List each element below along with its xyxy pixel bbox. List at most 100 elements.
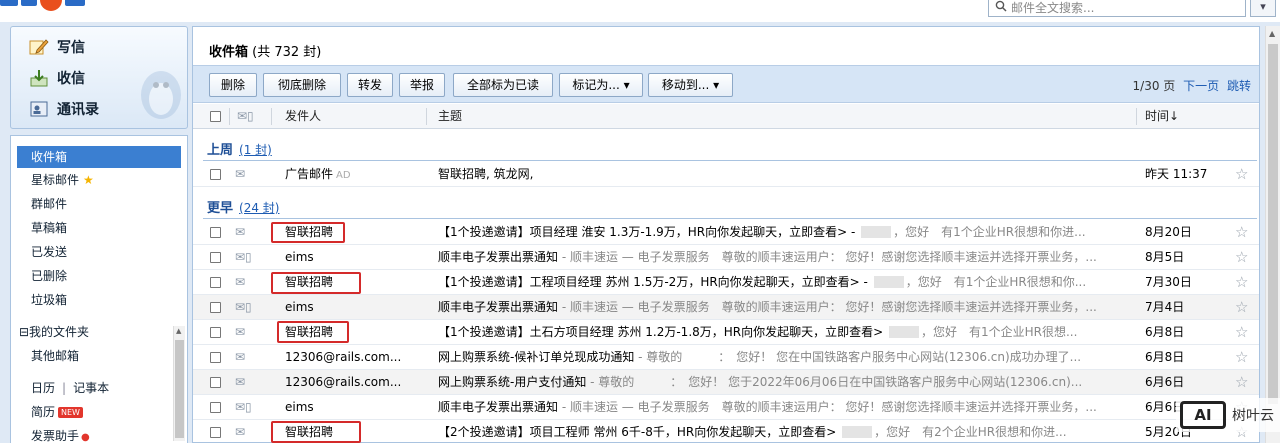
receive-button[interactable]: 收信 [29,68,85,88]
row-checkbox[interactable] [210,252,221,263]
compose-button[interactable]: 写信 [29,37,85,57]
move-to-dropdown[interactable]: 移动到... ▾ [648,73,733,97]
folder-junk[interactable]: 垃圾箱 [17,289,181,311]
mail-list-panel: 收件箱 (共 732 封) 删除 彻底删除 转发 举报 全部标为已读 标记为..… [192,26,1260,443]
toolbar: 删除 彻底删除 转发 举报 全部标为已读 标记为... ▾ 移动到... ▾ 1… [193,65,1259,103]
row-checkbox[interactable] [210,227,221,238]
row-checkbox[interactable] [210,327,221,338]
contacts-button[interactable]: 通讯录 [29,99,99,119]
column-divider [1136,108,1137,125]
read-envelope-icon: ✉ [235,167,246,181]
row-checkbox[interactable] [210,302,221,313]
star-icon[interactable]: ☆ [1235,220,1251,244]
mail-row-0[interactable]: ✉ 广告邮件 AD 智联招聘, 筑龙网, 昨天 11:37 ☆ [193,162,1259,187]
envelope-attachment-icon: ✉▯ [235,400,252,414]
row-checkbox[interactable] [210,377,221,388]
scroll-up-icon: ▲ [176,327,182,335]
star-icon[interactable]: ☆ [1235,320,1251,344]
forward-button[interactable]: 转发 [347,73,393,97]
mail-row-7[interactable]: ✉ 12306@rails.com... 网上购票系统-用户支付通知 - 尊敬的… [193,370,1259,395]
unread-dot-icon: ● [81,432,90,443]
row-time: 7月30日 [1145,275,1192,289]
mail-row-4[interactable]: ✉▯ eims 顺丰电子发票出票通知 - 顺丰速运 — 电子发票服务 尊敬的顺丰… [193,295,1259,320]
watermark-text: 树叶云 [1232,408,1274,424]
row-checkbox[interactable] [210,402,221,413]
row-time: 8月5日 [1145,250,1185,264]
notes-link[interactable]: 记事本 [73,381,109,395]
star-icon[interactable]: ☆ [1235,270,1251,294]
folder-label: 其他邮箱 [31,349,80,363]
calendar-link[interactable]: 日历 [31,381,55,395]
my-folders-toggle[interactable]: ⊟我的文件夹 [17,321,181,343]
mail-row-8[interactable]: ✉▯ eims 顺丰电子发票出票通知 - 顺丰速运 — 电子发票服务 尊敬的顺丰… [193,395,1259,420]
row-checkbox[interactable] [210,277,221,288]
folder-label: 垃圾箱 [31,293,68,307]
quick-actions: 写信 收信 通讯录 [10,26,188,129]
row-checkbox[interactable] [210,169,221,180]
star-icon[interactable]: ☆ [1235,162,1251,186]
folder-sent[interactable]: 已发送 [17,241,181,263]
group-divider [203,218,1257,219]
row-checkbox[interactable] [210,352,221,363]
contacts-icon [29,100,49,118]
folder-deleted[interactable]: 已删除 [17,265,181,287]
row-subject: 网上购票系统-用户支付通知 - 尊敬的 ： 您好！ 您于2022年06月06日在… [438,375,1083,389]
scroll-thumb[interactable] [1268,44,1278,404]
folder-label: 群邮件 [31,197,68,211]
pagination: 1/30 页 下一页 跳转 [1133,77,1251,94]
invoice-assistant-link[interactable]: 发票助手 ● [17,425,181,443]
folder-starred[interactable]: 星标邮件 ★ [17,169,181,191]
select-all-checkbox[interactable] [210,111,221,122]
star-icon[interactable]: ☆ [1235,370,1251,394]
search-box[interactable]: 邮件全文搜索... [988,0,1246,17]
folder-group[interactable]: 群邮件 [17,193,181,215]
search-options-button[interactable]: ▾ [1250,0,1276,17]
star-icon[interactable]: ☆ [1235,245,1251,269]
folder-drafts[interactable]: 草稿箱 [17,217,181,239]
compose-label: 写信 [57,40,85,56]
penguin-icon [141,71,181,119]
mail-row-6[interactable]: ✉ 12306@rails.com... 网上购票系统-候补订单兑现成功通知 -… [193,345,1259,370]
star-icon[interactable]: ☆ [1235,345,1251,369]
mail-row-1[interactable]: ✉ 智联招聘 【1个投递邀请】项目经理 淮安 1.3万-1.9万，HR向你发起聊… [193,220,1259,245]
group-count-link[interactable]: (1 封) [239,143,272,157]
read-envelope-icon: ✉ [235,225,246,239]
page-title: 收件箱 (共 732 封) [209,41,321,60]
folder-other-mailbox[interactable]: 其他邮箱 [17,345,181,367]
scroll-thumb[interactable] [175,340,184,438]
next-page-link[interactable]: 下一页 [1183,79,1219,93]
column-time[interactable]: 时间↓ [1145,104,1179,129]
row-checkbox[interactable] [210,427,221,438]
group-header-earlier: 更早 (24 封) [207,197,279,216]
row-subject: 网上购票系统-候补订单兑现成功通知 - 尊敬的 ： 您好！ 您在中国铁路客户服务… [438,350,1082,364]
delete-forever-button[interactable]: 彻底删除 [263,73,341,97]
folder-inbox[interactable]: 收件箱 [17,146,181,168]
watermark: AI 树叶云 [1176,398,1280,432]
row-subject: 【2个投递邀请】项目工程师 常州 6千-8千，HR向你发起聊天，立即查看> ，您… [438,425,1067,439]
mark-as-dropdown[interactable]: 标记为... ▾ [559,73,643,97]
envelope-attachment-icon: ✉▯ [235,300,252,314]
main-scrollbar[interactable]: ▲ [1265,26,1280,443]
highlight-box [277,321,349,343]
report-button[interactable]: 举报 [399,73,445,97]
row-subject: 【1个投递邀请】工程项目经理 苏州 1.5万-2万，HR向你发起聊天，立即查看>… [438,275,1087,289]
row-subject: 顺丰电子发票出票通知 - 顺丰速运 — 电子发票服务 尊敬的顺丰速运用户： 您好… [438,300,1097,314]
search-icon [995,0,1007,15]
mark-all-read-button[interactable]: 全部标为已读 [453,73,553,97]
mail-row-2[interactable]: ✉▯ eims 顺丰电子发票出票通知 - 顺丰速运 — 电子发票服务 尊敬的顺丰… [193,245,1259,270]
folder-list: 收件箱 星标邮件 ★ 群邮件 草稿箱 已发送 已删除 垃圾箱 ⊟我的文件夹 其他邮… [10,135,188,443]
inbox-download-icon [29,69,49,87]
resume-link[interactable]: 简历 NEW [17,401,181,423]
column-subject[interactable]: 主题 [438,104,462,129]
mail-row-5[interactable]: ✉ 智联招聘 【1个投递邀请】土石方项目经理 苏州 1.2万-1.8万，HR向你… [193,320,1259,345]
column-from[interactable]: 发件人 [285,104,321,129]
jump-link[interactable]: 跳转 [1227,79,1251,93]
group-count-link[interactable]: (24 封) [239,201,279,215]
star-icon[interactable]: ☆ [1235,295,1251,319]
search-input[interactable]: 邮件全文搜索... [1011,0,1094,16]
delete-button[interactable]: 删除 [209,73,257,97]
watermark-logo: AI [1180,401,1226,429]
mail-logo [0,0,85,11]
left-scrollbar[interactable]: ▲ [173,326,185,441]
column-divider [426,108,427,125]
